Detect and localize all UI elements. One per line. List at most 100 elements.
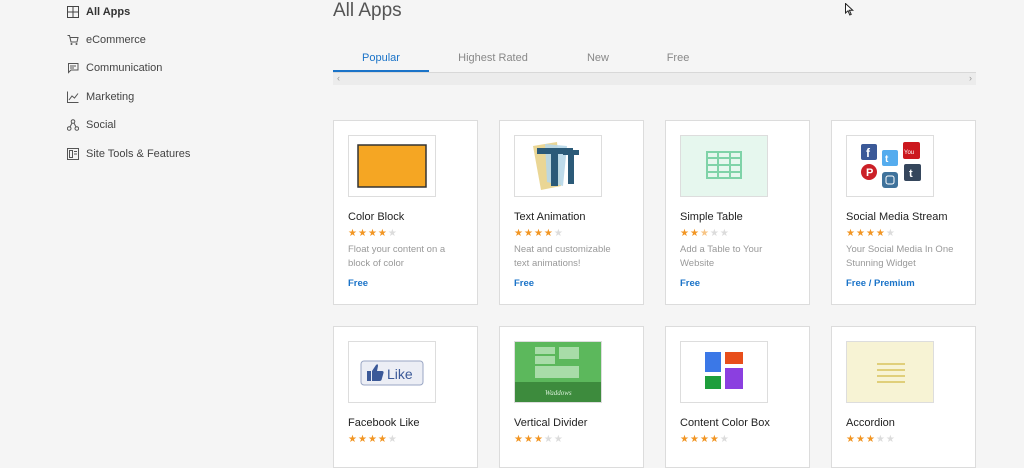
star-rating: ★★★★★ [846, 434, 896, 445]
svg-text:You: You [904, 150, 914, 156]
app-description: Add a Table to Your Website [680, 244, 763, 269]
app-card-color-block[interactable]: Color Block ★★★★★ Float your content on … [333, 120, 478, 305]
star-icon: ★ [680, 434, 690, 445]
star-icon: ★ [709, 228, 720, 239]
star-icon: ★ [523, 434, 534, 445]
star-icon: ★ [543, 228, 554, 239]
tab-highest-rated[interactable]: Highest Rated [445, 48, 541, 70]
app-title: Text Animation [514, 211, 586, 223]
app-title: Simple Table [680, 211, 743, 223]
app-thumbnail [846, 341, 934, 403]
sidebar: All Apps eCommerce Communication Marketi… [0, 0, 300, 447]
app-title: Vertical Divider [514, 417, 588, 429]
sidebar-item-label: eCommerce [86, 34, 146, 46]
star-rating: ★★★★★ [348, 228, 398, 239]
chat-icon [66, 62, 79, 75]
star-icon: ★ [377, 228, 388, 239]
star-icon: ★ [533, 228, 544, 239]
mouse-cursor-icon [845, 2, 855, 21]
cart-icon [66, 34, 79, 47]
app-description: Your Social Media In One Stunning Widget [846, 244, 954, 269]
star-rating: ★★★★★ [514, 228, 564, 239]
app-title: Content Color Box [680, 417, 770, 429]
sidebar-item-label: Communication [86, 62, 163, 74]
tab-scrollbar[interactable]: ‹ › [333, 72, 976, 85]
app-description: Neat and customizable text animations! [514, 244, 611, 269]
tab-bar: Popular Highest Rated New Free [333, 48, 976, 72]
app-thumbnail [680, 341, 768, 403]
star-icon: ★ [699, 434, 710, 445]
star-icon: ★ [846, 434, 856, 445]
star-icon: ★ [514, 228, 524, 239]
star-icon: ★ [533, 434, 544, 445]
app-title: Facebook Like [348, 417, 420, 429]
thumb-label: Waddows [545, 389, 572, 397]
sidebar-item-ecommerce[interactable]: eCommerce [66, 30, 146, 50]
star-icon: ★ [680, 228, 690, 239]
scroll-right-icon[interactable]: › [969, 73, 972, 84]
star-icon: ★ [543, 434, 554, 445]
star-icon: ★ [865, 228, 876, 239]
star-icon: ★ [699, 228, 710, 239]
star-rating: ★★★★★ [846, 228, 896, 239]
app-description: Float your content on a block of color [348, 244, 446, 269]
app-thumbnail: f t You P t [846, 135, 934, 197]
app-thumbnail [680, 135, 768, 197]
star-icon: ★ [367, 434, 378, 445]
star-icon: ★ [348, 434, 358, 445]
star-icon: ★ [846, 228, 856, 239]
star-icon: ★ [553, 228, 564, 239]
app-price: Free [348, 278, 369, 289]
star-icon: ★ [855, 434, 866, 445]
app-card-social-media-stream[interactable]: f t You P t Social Media Stream ★★★★★ Yo… [831, 120, 976, 305]
app-card-text-animation[interactable]: Text Animation ★★★★★ Neat and customizab… [499, 120, 644, 305]
page-title: All Apps [333, 0, 402, 21]
svg-text:t: t [909, 168, 913, 180]
app-thumbnail [348, 135, 436, 197]
star-rating: ★★★★★ [680, 434, 730, 445]
app-title: Social Media Stream [846, 211, 948, 223]
star-icon: ★ [367, 228, 378, 239]
sidebar-item-label: Marketing [86, 91, 135, 103]
share-icon [66, 119, 79, 132]
star-icon: ★ [885, 228, 896, 239]
app-price: Free [680, 278, 701, 289]
star-icon: ★ [523, 228, 534, 239]
star-icon: ★ [865, 434, 876, 445]
sidebar-item-social[interactable]: Social [66, 115, 116, 135]
scroll-left-icon[interactable]: ‹ [337, 73, 340, 84]
star-icon: ★ [387, 434, 398, 445]
star-icon: ★ [709, 434, 720, 445]
star-icon: ★ [719, 228, 730, 239]
svg-text:P: P [866, 167, 873, 179]
star-icon: ★ [875, 228, 886, 239]
like-label: Like [387, 366, 413, 382]
star-icon: ★ [689, 228, 700, 239]
sidebar-item-marketing[interactable]: Marketing [66, 87, 134, 107]
sidebar-item-label: All Apps [86, 6, 131, 18]
sidebar-item-label: Social [86, 119, 116, 131]
star-icon: ★ [553, 434, 564, 445]
sidebar-item-communication[interactable]: Communication [66, 58, 162, 78]
star-icon: ★ [855, 228, 866, 239]
app-card-simple-table[interactable]: Simple Table ★★★★★ Add a Table to Your W… [665, 120, 810, 305]
star-icon: ★ [357, 434, 368, 445]
star-icon: ★ [514, 434, 524, 445]
star-icon: ★ [689, 434, 700, 445]
tab-popular[interactable]: Popular [333, 48, 429, 72]
app-title: Accordion [846, 417, 895, 429]
app-price: Free [514, 278, 535, 289]
star-icon: ★ [885, 434, 896, 445]
star-icon: ★ [377, 434, 388, 445]
sidebar-item-label: Site Tools & Features [86, 148, 191, 160]
star-icon: ★ [357, 228, 368, 239]
tab-free[interactable]: Free [643, 48, 713, 70]
app-thumbnail: Like [348, 341, 436, 403]
star-icon: ★ [719, 434, 730, 445]
tab-new[interactable]: New [563, 48, 633, 70]
sidebar-item-site-tools[interactable]: Site Tools & Features [66, 144, 190, 164]
sidebar-item-all-apps[interactable]: All Apps [66, 2, 130, 22]
app-price: Free / Premium [846, 278, 915, 289]
star-rating: ★★★★★ [680, 228, 730, 239]
grid-icon [66, 6, 79, 19]
